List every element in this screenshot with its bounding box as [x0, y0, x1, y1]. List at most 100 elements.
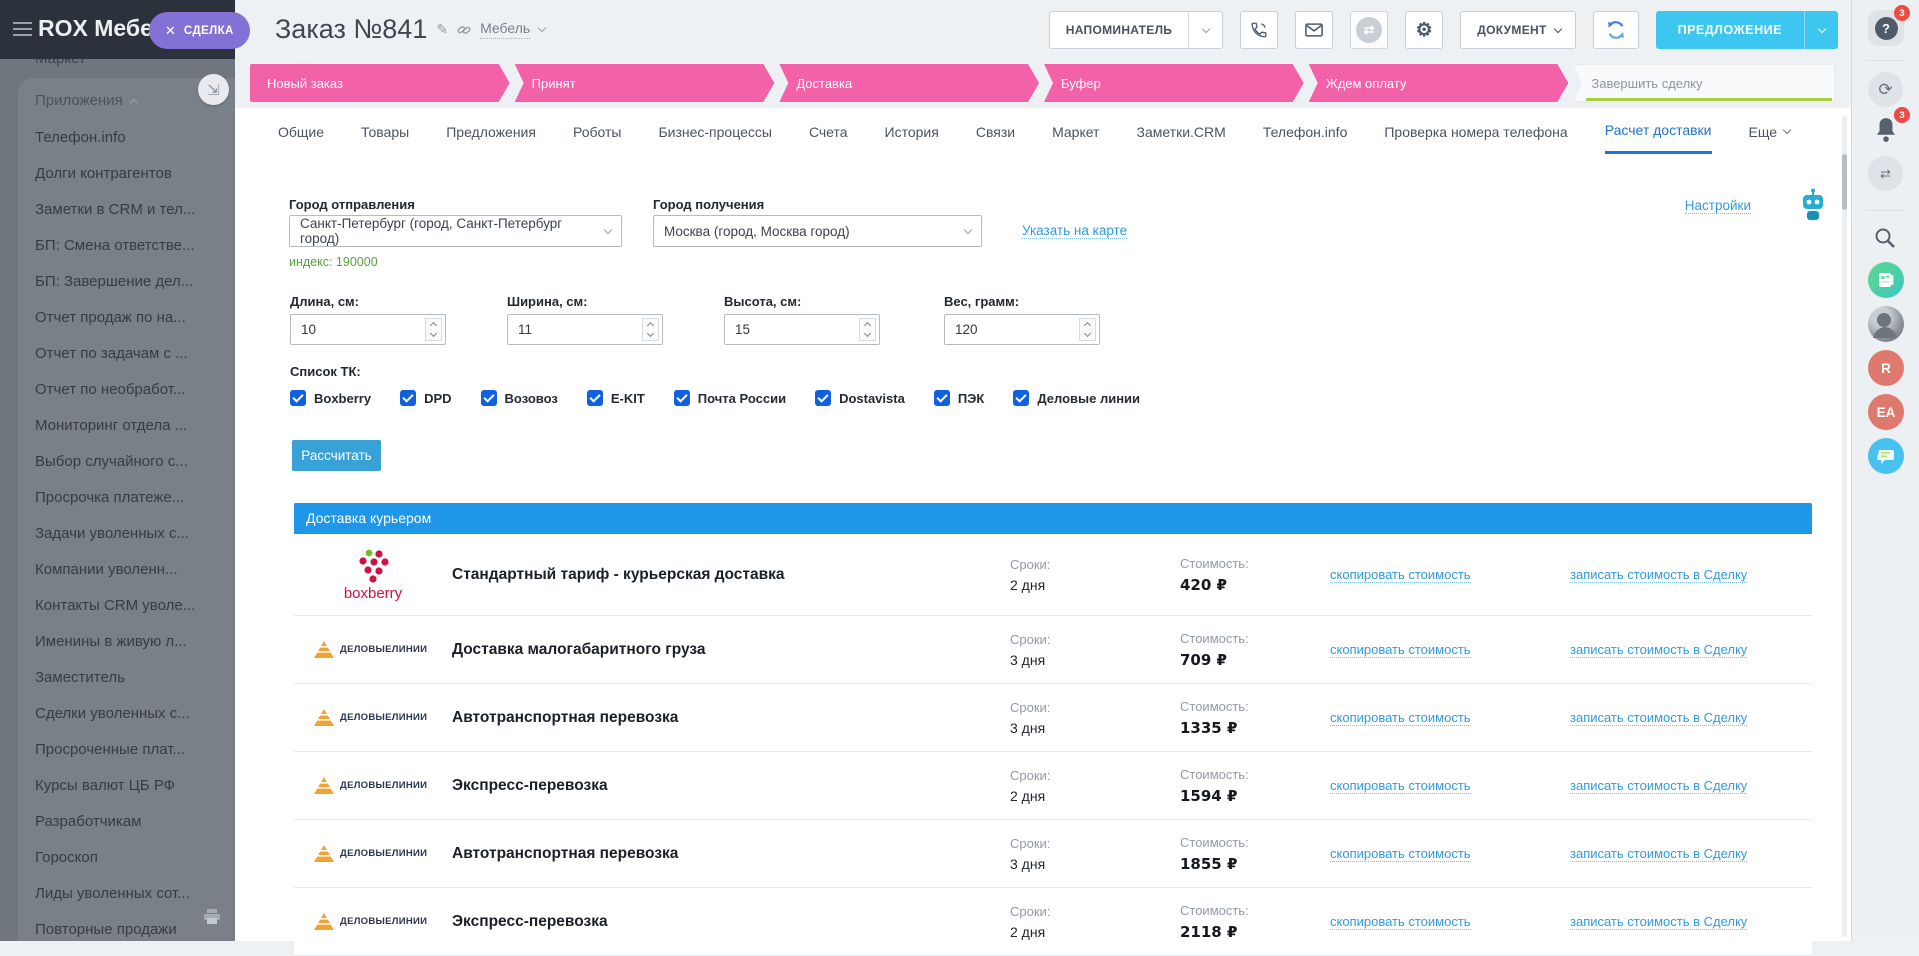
checkbox-checked-icon[interactable] [290, 390, 306, 406]
carrier-checkbox-item[interactable]: ПЭК [934, 390, 985, 406]
messenger-button[interactable] [1868, 438, 1904, 474]
weight-input[interactable] [945, 315, 1075, 344]
pipeline-stage[interactable]: Ждем оплату [1309, 64, 1569, 102]
to-city-select[interactable]: Москва (город, Москва город) [653, 215, 982, 247]
stepper[interactable] [642, 318, 659, 341]
carrier-checkbox-item[interactable]: Boxberry [290, 390, 371, 406]
calculate-button[interactable]: Рассчитать [292, 440, 381, 471]
save-cost-link[interactable]: записать стоимость в Сделку [1570, 567, 1747, 583]
height-input[interactable] [725, 315, 855, 344]
close-icon[interactable]: ✕ [165, 23, 176, 39]
sidebar-item[interactable]: Долги контрагентов [18, 156, 235, 192]
search-button[interactable] [1868, 222, 1904, 258]
stepper[interactable] [1079, 318, 1096, 341]
copy-cost-link[interactable]: скопировать стоимость [1330, 778, 1471, 794]
carrier-checkbox-item[interactable]: Деловые линии [1013, 390, 1140, 406]
save-cost-link[interactable]: записать стоимость в Сделку [1570, 914, 1747, 930]
tab[interactable]: Общие [278, 122, 324, 154]
sidebar-item[interactable]: Гороскоп [18, 840, 235, 876]
copy-cost-link[interactable]: скопировать стоимость [1330, 914, 1471, 930]
tab[interactable]: Роботы [573, 122, 621, 154]
checkbox-checked-icon[interactable] [674, 390, 690, 406]
stepper[interactable] [859, 318, 876, 341]
scrollbar[interactable] [1842, 116, 1847, 937]
sidebar-item[interactable]: Мониторинг отдела ... [18, 408, 235, 444]
reminder-button[interactable]: НАПОМИНАТЕЛЬ [1049, 11, 1223, 49]
sidebar-item[interactable]: Телефон.info [18, 120, 235, 156]
checkbox-checked-icon[interactable] [481, 390, 497, 406]
avatar-ea[interactable]: EA [1868, 394, 1904, 430]
tab[interactable]: Предложения [446, 122, 536, 154]
reminder-dropdown[interactable] [1188, 12, 1222, 48]
stepper[interactable] [425, 318, 442, 341]
from-city-select[interactable]: Санкт-Петербург (город, Санкт-Петербург … [289, 215, 622, 247]
tab[interactable]: Проверка номера телефона [1384, 122, 1567, 154]
carrier-checkbox-item[interactable]: Dostavista [815, 390, 905, 406]
sidebar-item[interactable]: Задачи уволенных с... [18, 516, 235, 552]
copy-cost-link[interactable]: скопировать стоимость [1330, 846, 1471, 862]
printer-icon[interactable] [203, 909, 221, 925]
copy-cost-link[interactable]: скопировать стоимость [1330, 642, 1471, 658]
sidebar-section-apps[interactable]: Приложения [35, 92, 137, 109]
call-button[interactable] [1240, 11, 1278, 49]
sidebar-item[interactable]: Сделки уволенных с... [18, 696, 235, 732]
sidebar-item[interactable]: Выбор случайного с... [18, 444, 235, 480]
sidebar-item[interactable]: Контакты CRM уволе... [18, 588, 235, 624]
sidebar-item[interactable]: Компании уволенн... [18, 552, 235, 588]
avatar-r[interactable]: R [1868, 350, 1904, 386]
tab[interactable]: Бизнес-процессы [658, 122, 771, 154]
news-avatar[interactable] [1868, 262, 1904, 298]
sidebar-item[interactable]: Просрочка платеже... [18, 480, 235, 516]
carrier-checkbox-item[interactable]: Почта России [674, 390, 786, 406]
sidebar-item[interactable]: Именины в живую л... [18, 624, 235, 660]
scrollbar-thumb[interactable] [1842, 154, 1847, 210]
proposal-button[interactable]: ПРЕДЛОЖЕНИЕ [1656, 11, 1838, 49]
checkbox-checked-icon[interactable] [400, 390, 416, 406]
pipeline-stage[interactable]: Завершить сделку [1573, 64, 1835, 102]
sidebar-item[interactable]: Курсы валют ЦБ РФ [18, 768, 235, 804]
sidebar-item[interactable]: Отчет по задачам с ... [18, 336, 235, 372]
sidebar-item[interactable]: Лиды уволенных сот... [18, 876, 235, 912]
tab[interactable]: Маркет [1052, 122, 1099, 154]
save-cost-link[interactable]: записать стоимость в Сделку [1570, 642, 1747, 658]
sidebar-item[interactable]: Отчет по необработ... [18, 372, 235, 408]
sidebar-item[interactable]: БП: Смена ответстве... [18, 228, 235, 264]
sidebar-collapse-button[interactable]: ⇲ [198, 74, 229, 105]
sidebar-item[interactable]: Разработчикам [18, 804, 235, 840]
carrier-checkbox-item[interactable]: DPD [400, 390, 451, 406]
pipeline-stage[interactable]: Доставка [779, 64, 1039, 102]
sidebar-item[interactable]: Отчет продаж по на... [18, 300, 235, 336]
tab[interactable]: История [885, 122, 939, 154]
checkbox-checked-icon[interactable] [1013, 390, 1029, 406]
tab[interactable]: Заметки.CRM [1136, 122, 1225, 154]
tab[interactable]: Товары [361, 122, 409, 154]
dialogs-button[interactable]: ⇄ [1868, 156, 1904, 192]
length-input[interactable] [291, 315, 421, 344]
copy-cost-link[interactable]: скопировать стоимость [1330, 567, 1471, 583]
checkbox-checked-icon[interactable] [815, 390, 831, 406]
map-link[interactable]: Указать на карте [1022, 223, 1127, 239]
business-process-button[interactable] [1593, 11, 1639, 49]
brand-logo[interactable]: ROX Мебе [38, 15, 153, 42]
help-button[interactable]: ? 3 [1868, 10, 1904, 46]
sidebar-item[interactable]: Заместитель [18, 660, 235, 696]
notifications-button[interactable]: 3 [1868, 112, 1904, 148]
proposal-dropdown[interactable] [1804, 11, 1838, 49]
tab[interactable]: Расчет доставки [1605, 122, 1712, 154]
sync-1c-button-disabled[interactable]: ⇄ [1350, 11, 1388, 49]
copy-cost-link[interactable]: скопировать стоимость [1330, 710, 1471, 726]
carrier-checkbox-item[interactable]: Возовоз [481, 390, 558, 406]
checkbox-checked-icon[interactable] [587, 390, 603, 406]
carrier-checkbox-item[interactable]: E-KIT [587, 390, 645, 406]
pipeline-stage[interactable]: Буфер [1044, 64, 1304, 102]
edit-pencil-icon[interactable]: ✎ [436, 21, 448, 38]
pipeline-stage[interactable]: Новый заказ [250, 64, 510, 102]
tab[interactable]: Счета [809, 122, 848, 154]
document-button[interactable]: ДОКУМЕНТ [1460, 11, 1575, 49]
menu-burger-icon[interactable] [13, 22, 32, 36]
tab[interactable]: Связи [976, 122, 1015, 154]
save-cost-link[interactable]: записать стоимость в Сделку [1570, 710, 1747, 726]
checkbox-checked-icon[interactable] [934, 390, 950, 406]
sidebar-item[interactable]: БП: Завершение дел... [18, 264, 235, 300]
link-icon[interactable] [457, 23, 471, 37]
